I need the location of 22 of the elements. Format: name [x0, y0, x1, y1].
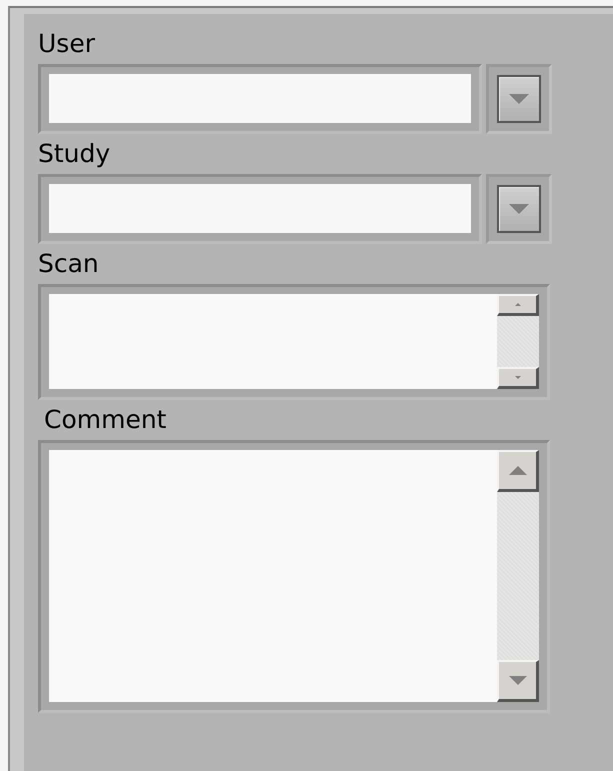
scroll-up-button[interactable] [497, 294, 539, 316]
dropdown-button[interactable] [486, 174, 552, 244]
up-arrow-icon [508, 466, 526, 475]
field-label: User [38, 28, 95, 60]
list-box[interactable] [38, 284, 550, 400]
scroll-down-button[interactable] [497, 660, 539, 702]
dropdown-field[interactable] [38, 174, 482, 244]
up-arrow-icon [514, 303, 520, 306]
down-arrow-icon [508, 676, 526, 685]
comment-text-area[interactable] [38, 440, 550, 713]
dropdown-field[interactable] [38, 64, 482, 134]
field-label: Scan [38, 248, 99, 280]
scroll-down-button[interactable] [497, 367, 539, 389]
scroll-up-button[interactable] [497, 450, 539, 492]
scrollbar[interactable] [497, 294, 539, 389]
down-arrow-icon [514, 376, 520, 379]
field-label: Comment [44, 404, 166, 436]
scrollbar[interactable] [497, 450, 539, 702]
caret-icon [509, 204, 529, 214]
field-label: Study [38, 138, 110, 170]
caret-icon [509, 94, 529, 104]
dropdown-button[interactable] [486, 64, 552, 134]
